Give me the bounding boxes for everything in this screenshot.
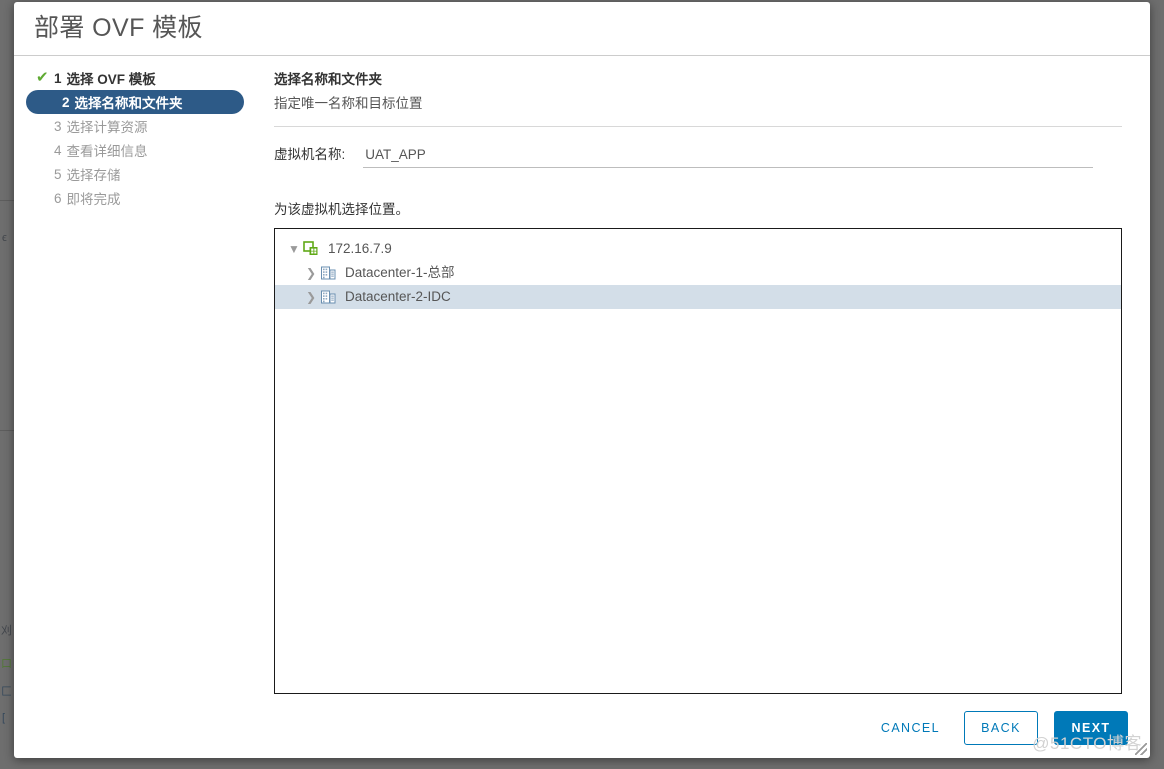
background-glyph: [ [2, 712, 6, 724]
vm-name-input[interactable] [363, 147, 1094, 168]
step-label: 查看详细信息 [66, 144, 148, 159]
location-instruction-label: 为该虚拟机选择位置。 [274, 202, 409, 217]
tree-item-label: Datacenter-1-总部 [345, 265, 455, 281]
back-button[interactable]: BACK [964, 711, 1038, 745]
step-number: 1 [54, 70, 62, 86]
step-label: 选择计算资源 [66, 120, 148, 135]
step-label: 选择存储 [66, 168, 121, 183]
step-number: 2 [62, 94, 70, 110]
sidebar-item-step-5[interactable]: 5 选择存储 [14, 162, 254, 186]
step-number: 3 [54, 118, 62, 134]
dialog-footer: CANCEL BACK NEXT [14, 698, 1150, 758]
resize-grip-icon[interactable] [1135, 743, 1147, 755]
step-label: 选择名称和文件夹 [74, 96, 183, 111]
step-number: 6 [54, 190, 62, 206]
dialog-title-bar: 部署 OVF 模板 [14, 2, 1150, 56]
tree-item-datacenter-2[interactable]: ❯ Datacenter-2-IDC [275, 285, 1121, 309]
chevron-right-icon[interactable]: ❯ [302, 267, 320, 279]
background-glyph: 刈 [1, 625, 12, 637]
check-icon: ✔ [36, 69, 49, 86]
sidebar-item-step-4[interactable]: 4 查看详细信息 [14, 138, 254, 162]
section-subtitle: 指定唯一名称和目标位置 [274, 96, 423, 111]
step-number: 4 [54, 142, 62, 158]
chevron-right-icon[interactable]: ❯ [302, 291, 320, 303]
vm-name-row: 虚拟机名称: [274, 143, 1122, 168]
inventory-tree[interactable]: ▼ 172.16.7.9 ❯ Datacenter-1-总部 ❯ Datacen… [274, 228, 1122, 694]
wizard-content-pane: 选择名称和文件夹 指定唯一名称和目标位置 虚拟机名称: 为该虚拟机选择位置。 ▼ [260, 56, 1150, 698]
sidebar-item-step-6[interactable]: 6 即将完成 [14, 186, 254, 210]
tree-item-vcenter[interactable]: ▼ 172.16.7.9 [275, 237, 1121, 261]
chevron-down-icon[interactable]: ▼ [285, 243, 303, 255]
section-title: 选择名称和文件夹 [274, 72, 382, 87]
background-glyph: 口 [1, 658, 12, 670]
step-number: 5 [54, 166, 62, 182]
deploy-ovf-template-dialog: 部署 OVF 模板 ✔ 1 选择 OVF 模板 2 选择名称和文件夹 3 选择计… [14, 2, 1150, 758]
wizard-step-list: ✔ 1 选择 OVF 模板 2 选择名称和文件夹 3 选择计算资源 4 查看详细… [14, 56, 260, 698]
background-glyph: ϵ [2, 232, 7, 244]
sidebar-item-step-2[interactable]: 2 选择名称和文件夹 [26, 90, 244, 114]
step-label: 即将完成 [66, 192, 121, 207]
dialog-body: ✔ 1 选择 OVF 模板 2 选择名称和文件夹 3 选择计算资源 4 查看详细… [14, 56, 1150, 698]
next-button[interactable]: NEXT [1054, 711, 1128, 745]
tree-item-datacenter-1[interactable]: ❯ Datacenter-1-总部 [275, 261, 1121, 285]
datacenter-icon [320, 289, 338, 305]
content-divider [274, 126, 1122, 127]
datacenter-icon [320, 265, 338, 281]
tree-item-label: 172.16.7.9 [328, 241, 392, 257]
vm-name-label: 虚拟机名称: [274, 147, 346, 162]
sidebar-item-step-1[interactable]: ✔ 1 选择 OVF 模板 [14, 66, 254, 90]
vcenter-server-icon [303, 241, 321, 257]
step-label: 选择 OVF 模板 [66, 72, 156, 87]
tree-item-label: Datacenter-2-IDC [345, 289, 451, 305]
background-glyph: 匚 [1, 686, 12, 698]
cancel-button[interactable]: CANCEL [873, 711, 948, 745]
page-title: 部署 OVF 模板 [34, 14, 203, 42]
sidebar-item-step-3[interactable]: 3 选择计算资源 [14, 114, 254, 138]
